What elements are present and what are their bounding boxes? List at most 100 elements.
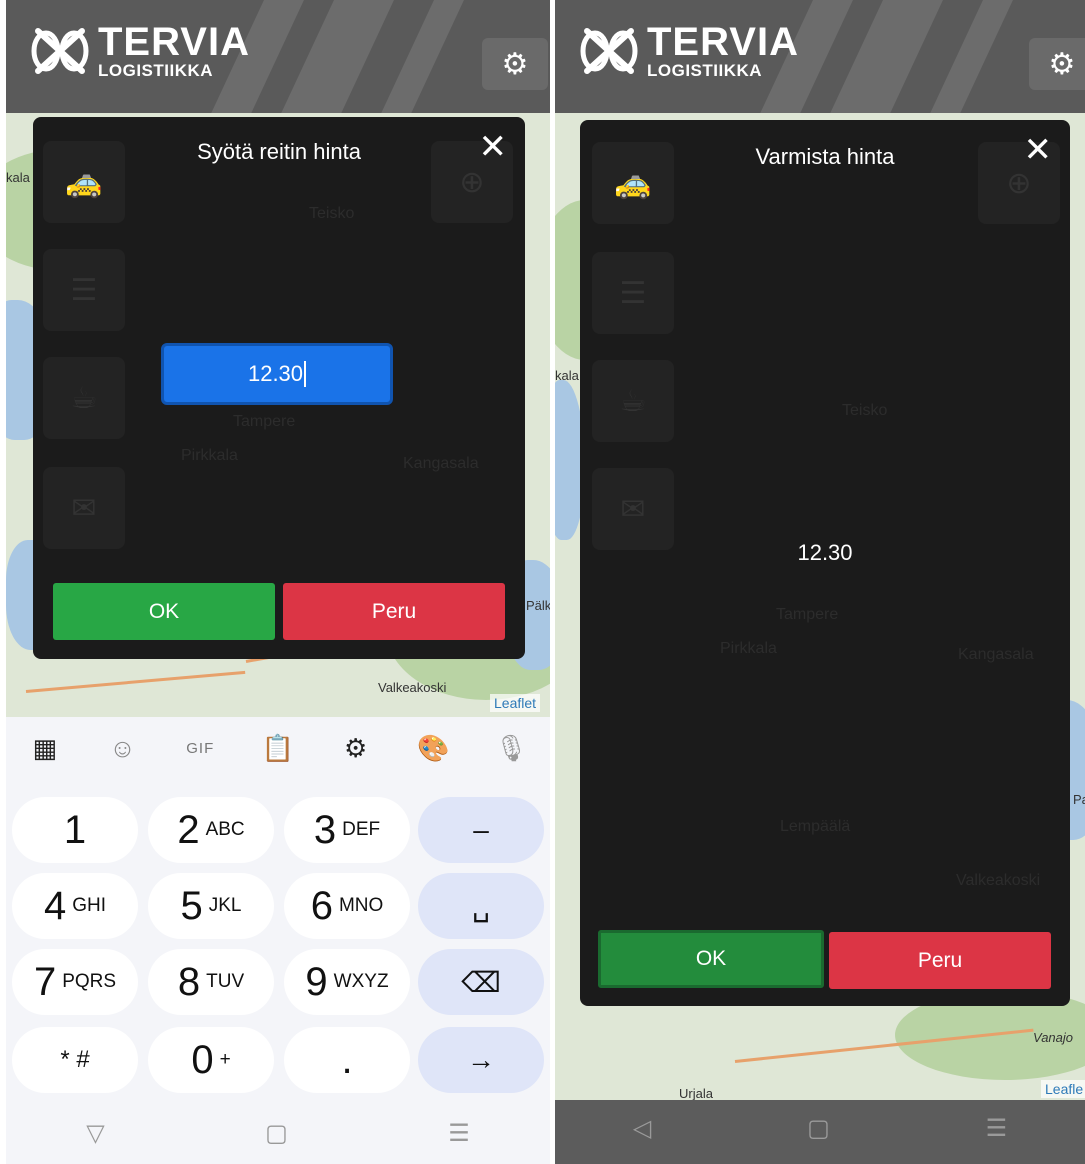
gear-icon: ⚙	[1048, 47, 1076, 81]
key-13[interactable]: 0 +	[148, 1027, 274, 1093]
ok-button[interactable]: OK	[598, 930, 824, 988]
close-icon: ✕	[1023, 131, 1053, 169]
mic-icon[interactable]: 🎙	[491, 733, 531, 764]
key-12[interactable]: * #	[12, 1027, 138, 1093]
key-main-label: 9	[305, 959, 328, 1004]
key-sub-label: MNO	[338, 895, 384, 916]
key-10[interactable]: 9 WXYZ	[284, 949, 410, 1015]
dialog-title: Varmista hinta	[755, 144, 895, 169]
map-attribution[interactable]: Leafle	[1041, 1080, 1085, 1098]
logo-subtitle: LOGISTIIKKA	[98, 61, 214, 80]
key-11[interactable]: ⌫	[418, 949, 544, 1015]
coffee-icon: ☕	[592, 360, 674, 442]
key-sub-label: GHI	[72, 895, 107, 916]
key-sub-label: JKL	[208, 895, 242, 916]
clipboard-icon[interactable]: 📋	[258, 733, 298, 764]
text-caret	[304, 361, 307, 387]
key-sub-label: +	[219, 1049, 231, 1070]
key-main-label: 4	[43, 883, 67, 928]
system-navbar: ◁ ▢ ☰	[555, 1100, 1085, 1164]
map-label: Valkeakoski	[378, 680, 447, 695]
home-button[interactable]: ▢	[807, 1114, 830, 1143]
cancel-button[interactable]: Peru	[283, 583, 505, 640]
palette-icon[interactable]: 🎨	[413, 733, 453, 764]
key-15[interactable]: →	[418, 1027, 544, 1093]
key-main-label: .	[341, 1037, 353, 1082]
key-main-label: 7	[33, 959, 57, 1004]
logo-subtitle: LOGISTIIKKA	[647, 61, 763, 80]
key-main-label: 5	[180, 883, 203, 928]
map-label: kala	[555, 368, 579, 383]
key-8[interactable]: 7 PQRS	[12, 949, 138, 1015]
key-main-label: ␣	[472, 890, 490, 922]
map-label: Teisko	[309, 205, 355, 222]
key-1[interactable]: 2 ABC	[148, 797, 274, 863]
map-label: Pirkkala	[181, 447, 238, 464]
recents-button[interactable]: ☰	[448, 1119, 470, 1148]
key-sub-label: ABC	[205, 819, 245, 840]
map-label: Kangasala	[403, 455, 479, 472]
phone-screen-left: Valkeakoski Pälk kala Leaflet TERVIA LOG…	[6, 0, 550, 1164]
key-2[interactable]: 3 DEF	[284, 797, 410, 863]
map-label: Teisko	[842, 402, 888, 419]
app-header: TERVIA LOGISTIIKKA ⚙	[6, 0, 550, 113]
close-button[interactable]: ✕	[479, 127, 508, 167]
key-main-label: 8	[177, 959, 201, 1004]
app-header: TERVIA LOGISTIIKKA ⚙	[555, 0, 1085, 113]
map-label: Tampere	[233, 413, 296, 430]
key-main-label: ⌫	[461, 966, 501, 998]
map-label: Valkeakoski	[956, 872, 1041, 889]
ok-button[interactable]: OK	[53, 583, 275, 640]
settings-button[interactable]: ⚙	[482, 38, 548, 90]
key-7[interactable]: ␣	[418, 873, 544, 939]
mail-icon: ✉	[592, 468, 674, 550]
list-icon: ☰	[592, 252, 674, 334]
map-label: Pa	[1073, 792, 1085, 807]
logo-title: TERVIA	[98, 20, 250, 64]
key-9[interactable]: 8 TUV	[148, 949, 274, 1015]
apps-icon[interactable]: ▦	[25, 733, 65, 764]
price-input[interactable]: 12.30	[161, 343, 393, 405]
logo-icon	[580, 27, 638, 74]
key-main-label: 0	[191, 1037, 214, 1082]
key-sub-label: PQRS	[62, 971, 117, 992]
settings-button[interactable]: ⚙	[1029, 38, 1085, 90]
price-input-value: 12.30	[247, 361, 304, 386]
key-sub-label: DEF	[342, 819, 381, 840]
key-14[interactable]: .	[284, 1027, 410, 1093]
settings-icon[interactable]: ⚙	[336, 733, 376, 764]
gear-icon: ⚙	[501, 47, 529, 81]
map-label: kala	[6, 170, 30, 185]
cancel-button[interactable]: Peru	[829, 932, 1051, 989]
price-entry-dialog: 🚕 ☰ ☕ ✉ ⊕ Tampere Kangasala Teisko Pirkk…	[33, 117, 525, 659]
map-label: Lempäälä	[780, 818, 851, 835]
key-4[interactable]: 4 GHI	[12, 873, 138, 939]
numeric-keyboard: ▦ ☺ GIF 📋 ⚙ 🎨 🎙 1 2 ABC 3 DEF –4 GHI 5 JKL 6 MNO ␣ 7…	[6, 717, 550, 1164]
key-main-label: * #	[60, 1046, 90, 1073]
close-icon: ✕	[478, 128, 508, 166]
map-label: Kangasala	[958, 646, 1034, 663]
key-main-label: →	[467, 1044, 495, 1075]
logo-title: TERVIA	[647, 20, 799, 64]
map-attribution[interactable]: Leaflet	[490, 694, 541, 712]
back-button[interactable]: ◁	[633, 1114, 651, 1143]
recents-button[interactable]: ☰	[986, 1114, 1008, 1143]
keyboard-toolbar: ▦ ☺ GIF 📋 ⚙ 🎨 🎙	[6, 717, 550, 779]
home-button[interactable]: ▢	[265, 1119, 288, 1148]
mail-icon: ✉	[43, 467, 125, 549]
key-main-label: 3	[313, 807, 337, 852]
key-main-label: 1	[63, 807, 87, 852]
key-main-label: 2	[177, 807, 200, 852]
gif-button[interactable]: GIF	[180, 740, 220, 757]
sticker-icon[interactable]: ☺	[103, 733, 143, 764]
price-confirm-dialog: 🚕 ☰ ☕ ✉ ⊕ Tampere Teisko Kangasala Lempä…	[580, 120, 1070, 1006]
key-3[interactable]: –	[418, 797, 544, 863]
key-5[interactable]: 5 JKL	[148, 873, 274, 939]
key-main-label: –	[473, 814, 489, 845]
map-label: Tampere	[776, 606, 839, 623]
key-0[interactable]: 1	[12, 797, 138, 863]
key-sub-label: TUV	[206, 971, 245, 992]
close-button[interactable]: ✕	[1024, 130, 1053, 170]
key-6[interactable]: 6 MNO	[284, 873, 410, 939]
back-button[interactable]: ▽	[86, 1119, 104, 1148]
